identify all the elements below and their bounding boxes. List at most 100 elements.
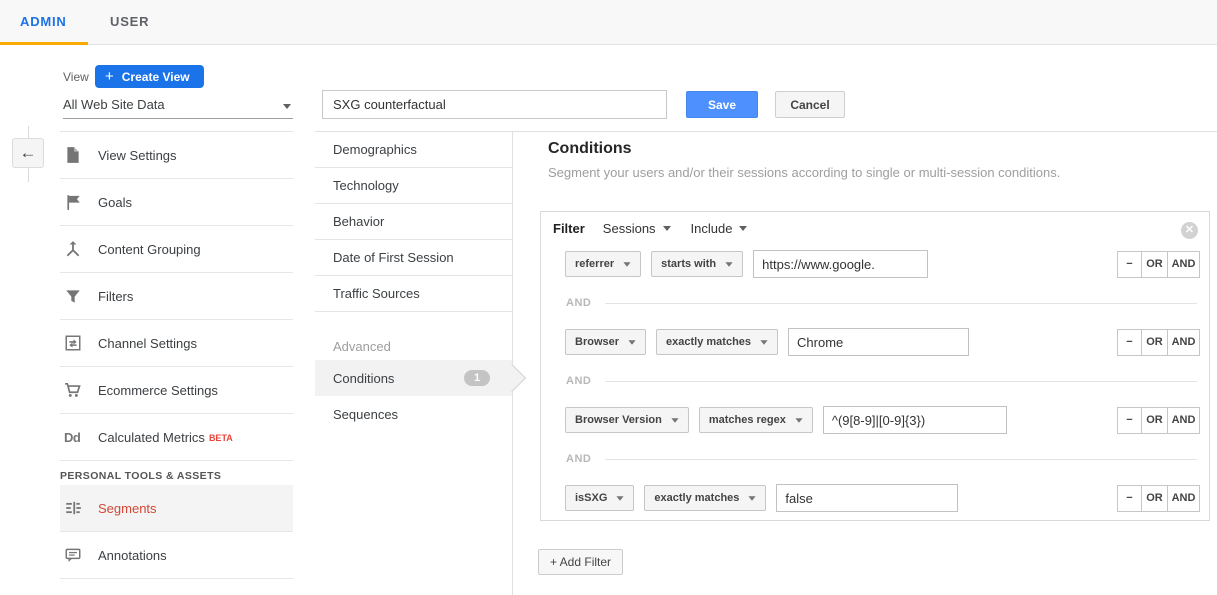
chevron-down-icon [795, 418, 802, 423]
scope-dropdown[interactable]: Sessions [597, 221, 677, 236]
and-separator: AND [566, 452, 1197, 466]
back-button[interactable]: ← [12, 138, 44, 168]
document-icon [64, 146, 82, 164]
row-controls: − OR AND [1117, 251, 1200, 278]
personal-tools-section-header: PERSONAL TOOLS & ASSETS [60, 461, 293, 485]
admin-sidebar: View Settings Goals Content Grouping Fil… [60, 131, 293, 579]
and-button[interactable]: AND [1167, 329, 1200, 356]
category-label: Sequences [333, 407, 398, 422]
or-button[interactable]: OR [1141, 251, 1168, 278]
category-label: Conditions [333, 371, 394, 386]
condition-row: isSXG exactly matches − OR AND [565, 483, 1200, 513]
sidebar-item-annotations[interactable]: Annotations [60, 532, 293, 579]
save-button[interactable]: Save [686, 91, 758, 118]
filter-header: Filter Sessions Include [553, 221, 753, 236]
and-button[interactable]: AND [1167, 485, 1200, 512]
sidebar-item-label: Filters [98, 289, 133, 304]
chevron-down-icon [663, 226, 671, 231]
category-demographics[interactable]: Demographics [315, 132, 512, 168]
row-controls: − OR AND [1117, 485, 1200, 512]
dimension-dropdown[interactable]: Browser Version [565, 407, 689, 433]
dimension-dropdown[interactable]: Browser [565, 329, 646, 355]
sidebar-item-filters[interactable]: Filters [60, 273, 293, 320]
remove-condition-button[interactable]: − [1117, 407, 1142, 434]
category-behavior[interactable]: Behavior [315, 204, 512, 240]
sidebar-item-label: Channel Settings [98, 336, 197, 351]
sidebar-item-ecommerce-settings[interactable]: Ecommerce Settings [60, 367, 293, 414]
remove-condition-button[interactable]: − [1117, 329, 1142, 356]
condition-value-input[interactable] [753, 250, 928, 278]
chevron-down-icon [760, 340, 767, 345]
segment-category-list: Demographics Technology Behavior Date of… [315, 132, 513, 595]
chevron-down-icon [617, 496, 624, 501]
sidebar-item-label: Content Grouping [98, 242, 201, 257]
operator-dropdown[interactable]: exactly matches [656, 329, 778, 355]
remove-condition-button[interactable]: − [1117, 251, 1142, 278]
sidebar-item-label: View Settings [98, 148, 177, 163]
funnel-icon [64, 287, 82, 305]
dimension-dropdown[interactable]: isSXG [565, 485, 634, 511]
sidebar-item-segments[interactable]: Segments [60, 485, 293, 532]
chevron-down-icon [628, 340, 635, 345]
filter-panel: Filter Sessions Include ✕ referrer start… [540, 211, 1210, 521]
condition-value-input[interactable] [788, 328, 969, 356]
dimension-dropdown[interactable]: referrer [565, 251, 641, 277]
sidebar-item-calculated-metrics[interactable]: Dd Calculated MetricsBETA [60, 414, 293, 461]
channel-icon [64, 334, 82, 352]
chevron-down-icon [749, 496, 756, 501]
category-sequences[interactable]: Sequences [315, 396, 512, 432]
view-selector-dropdown[interactable]: All Web Site Data [63, 97, 293, 119]
view-label: View [63, 70, 89, 84]
create-view-button[interactable]: + Create View [95, 65, 204, 88]
condition-row: Browser Version matches regex − OR AND [565, 405, 1200, 435]
operator-dropdown[interactable]: starts with [651, 251, 743, 277]
or-button[interactable]: OR [1141, 407, 1168, 434]
or-button[interactable]: OR [1141, 485, 1168, 512]
condition-row: Browser exactly matches − OR AND [565, 327, 1200, 357]
operator-dropdown[interactable]: matches regex [699, 407, 813, 433]
chevron-down-icon [739, 226, 747, 231]
cart-icon [64, 381, 82, 399]
merge-icon [64, 240, 82, 258]
filter-label: Filter [553, 221, 585, 236]
sidebar-item-view-settings[interactable]: View Settings [60, 132, 293, 179]
segments-icon [64, 499, 82, 517]
tab-admin[interactable]: ADMIN [20, 14, 67, 29]
advanced-section-label: Advanced [315, 334, 512, 360]
row-controls: − OR AND [1117, 329, 1200, 356]
dd-icon: Dd [64, 430, 82, 445]
condition-value-input[interactable] [776, 484, 958, 512]
sidebar-item-content-grouping[interactable]: Content Grouping [60, 226, 293, 273]
selected-pointer [498, 364, 526, 392]
sidebar-item-label: Goals [98, 195, 132, 210]
condition-value-input[interactable] [823, 406, 1007, 434]
sidebar-item-label: Calculated MetricsBETA [98, 430, 233, 445]
beta-badge: BETA [209, 433, 233, 443]
sidebar-item-goals[interactable]: Goals [60, 179, 293, 226]
chevron-down-icon [726, 262, 733, 267]
category-date-of-first-session[interactable]: Date of First Session [315, 240, 512, 276]
sidebar-item-label: Annotations [98, 548, 167, 563]
category-conditions[interactable]: Conditions 1 [315, 360, 512, 396]
remove-condition-button[interactable]: − [1117, 485, 1142, 512]
conditions-title: Conditions [548, 140, 632, 158]
segment-name-input[interactable] [322, 90, 667, 119]
conditions-subtitle: Segment your users and/or their sessions… [548, 165, 1060, 180]
chevron-down-icon [283, 104, 291, 109]
chevron-down-icon [671, 418, 678, 423]
tab-user[interactable]: USER [110, 14, 149, 29]
add-filter-button[interactable]: + Add Filter [538, 549, 623, 575]
plus-icon: + [105, 68, 114, 85]
cancel-button[interactable]: Cancel [775, 91, 845, 118]
operator-dropdown[interactable]: exactly matches [644, 485, 766, 511]
sidebar-item-channel-settings[interactable]: Channel Settings [60, 320, 293, 367]
close-filter-icon[interactable]: ✕ [1181, 222, 1198, 239]
and-button[interactable]: AND [1167, 251, 1200, 278]
condition-row: referrer starts with − OR AND [565, 249, 1200, 279]
category-traffic-sources[interactable]: Traffic Sources [315, 276, 512, 312]
category-technology[interactable]: Technology [315, 168, 512, 204]
or-button[interactable]: OR [1141, 329, 1168, 356]
sidebar-item-label: Ecommerce Settings [98, 383, 218, 398]
include-dropdown[interactable]: Include [685, 221, 754, 236]
and-button[interactable]: AND [1167, 407, 1200, 434]
